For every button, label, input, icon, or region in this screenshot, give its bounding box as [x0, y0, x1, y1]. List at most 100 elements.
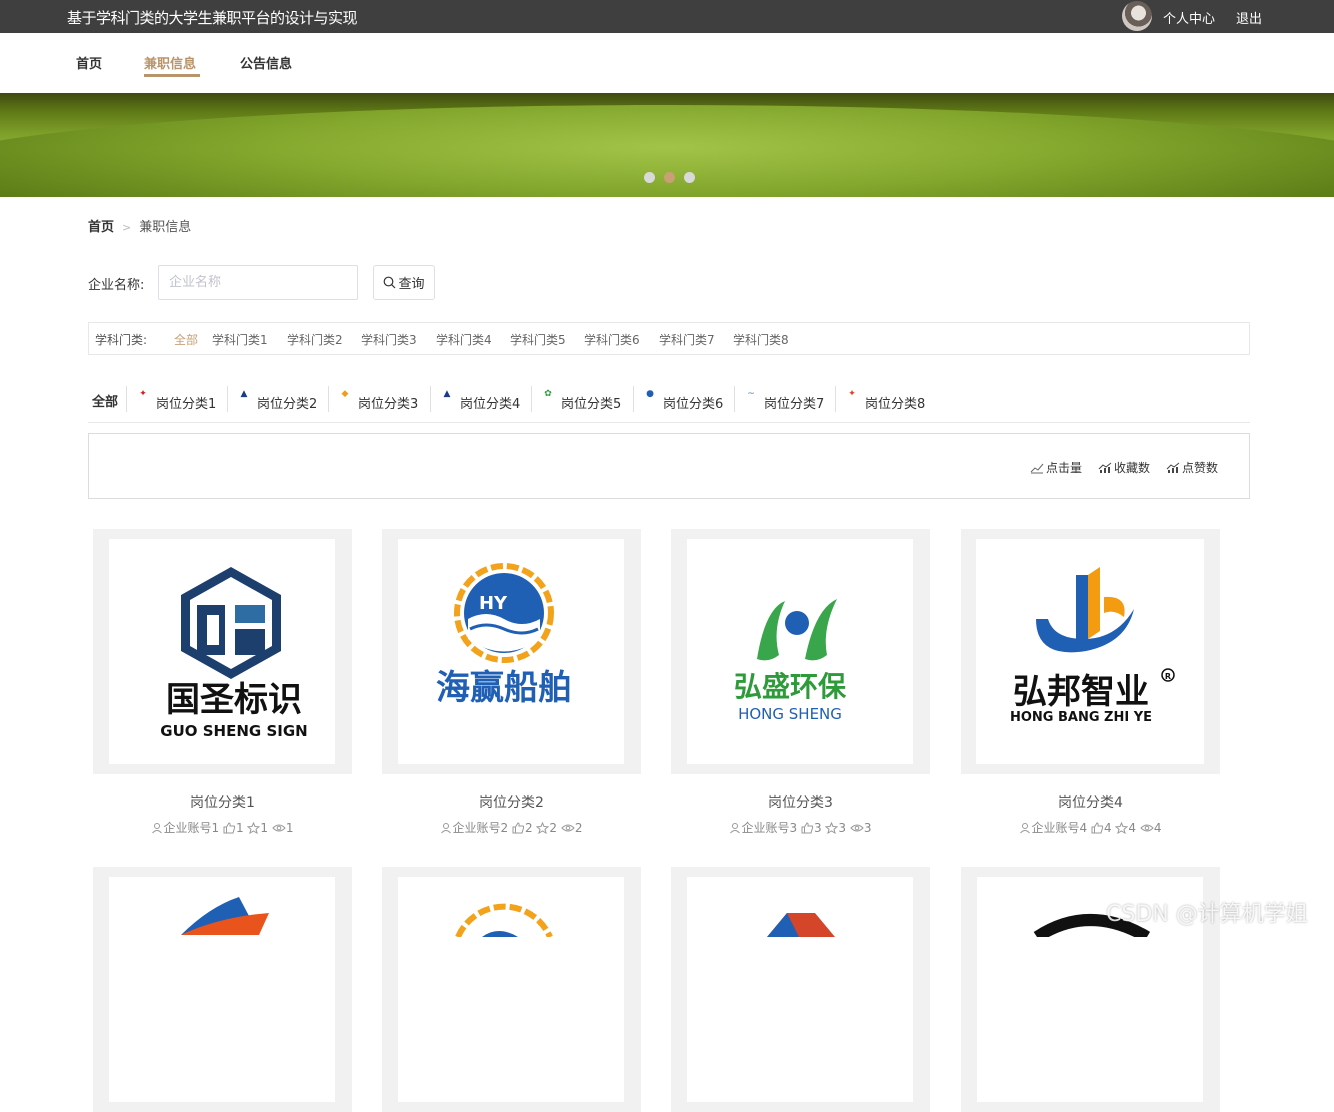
breadcrumb-home[interactable]: 首页 — [88, 220, 114, 235]
subject-filter-label: 学科门类: — [95, 333, 148, 347]
logo-cn-text: 弘邦智业 — [1013, 672, 1149, 712]
eye-icon — [272, 824, 286, 832]
user-center-link[interactable]: 个人中心 — [1163, 8, 1215, 27]
logo-en-text: GUO SHENG SIGN — [160, 722, 307, 740]
category-item-2[interactable]: ▲ 岗位分类2 — [235, 382, 318, 416]
user-icon — [1020, 823, 1031, 834]
carousel-dot-2[interactable] — [664, 172, 675, 183]
category-label: 岗位分类1 — [156, 397, 217, 412]
category-item-7[interactable]: ~ 岗位分类7 — [742, 382, 824, 416]
star-icon — [247, 821, 261, 835]
divider — [227, 386, 228, 412]
card-meta: 企业账号1 1 1 1 — [93, 819, 352, 836]
subject-option-2[interactable]: 学科门类2 — [287, 331, 343, 348]
subject-option-3[interactable]: 学科门类3 — [361, 331, 417, 348]
card-company: 企业账号3 — [741, 821, 798, 835]
subject-option-8[interactable]: 学科门类8 — [733, 331, 789, 348]
category-label: 岗位分类6 — [663, 397, 724, 412]
divider — [531, 386, 532, 412]
star-icon — [1115, 821, 1129, 835]
nav-home[interactable]: 首页 — [76, 53, 102, 72]
subject-option-7[interactable]: 学科门类7 — [659, 331, 715, 348]
carousel-dot-1[interactable] — [644, 172, 655, 183]
logo-cn-text: 弘盛环保 — [734, 670, 847, 703]
card-image-frame: 国圣标识 GUO SHENG SIGN — [93, 529, 352, 774]
subject-option-6[interactable]: 学科门类6 — [584, 331, 640, 348]
position-category-tabs: 全部 ✦ 岗位分类1 ▲ 岗位分类2 ◆ 岗位分类3 ▲ 岗位分类4 ✿ 岗位分类5 ● 岗… — [88, 380, 1250, 423]
sort-likes-label: 点赞数 — [1182, 461, 1219, 475]
card-title: 岗位分类3 — [768, 795, 833, 811]
card-meta: 企业账号4 4 4 4 — [961, 819, 1220, 836]
category-item-5[interactable]: ✿ 岗位分类5 — [539, 382, 621, 416]
category-label: 岗位分类5 — [561, 397, 622, 412]
card-views: 1 — [285, 821, 294, 835]
bar-chart-icon — [1166, 462, 1180, 473]
category-label: 岗位分类3 — [358, 397, 419, 412]
logout-link[interactable]: 退出 — [1236, 8, 1262, 27]
card-company: 企业账号4 — [1031, 821, 1088, 835]
banner-image — [0, 105, 1334, 197]
logo-en-text: HONG BANG ZHI YE — [1010, 710, 1152, 725]
company-name-input[interactable] — [158, 265, 358, 300]
logo-en-text: HY — [479, 593, 508, 614]
subject-filter: 学科门类: 全部 学科门类1 学科门类2 学科门类3 学科门类4 学科门类5 学… — [88, 322, 1250, 355]
card-views: 3 — [863, 821, 872, 835]
category-logo-icon: ✿ — [544, 389, 552, 399]
sort-by-likes[interactable]: 点赞数 — [1166, 459, 1218, 476]
category-all[interactable]: 全部 — [92, 391, 118, 410]
category-item-4[interactable]: ▲ 岗位分类4 — [438, 382, 521, 416]
subject-option-1[interactable]: 学科门类1 — [212, 331, 268, 348]
search-button-label: 查询 — [398, 277, 425, 292]
avatar[interactable] — [1122, 1, 1152, 31]
category-item-1[interactable]: ✦ 岗位分类1 — [134, 382, 216, 416]
company-logo: 弘盛环保 HONG SHENG — [687, 539, 913, 764]
logo-en-text: HONG SHENG — [738, 705, 842, 723]
category-label: 岗位分类7 — [764, 397, 825, 412]
job-card[interactable] — [671, 867, 930, 1112]
category-item-8[interactable]: ✦ 岗位分类8 — [843, 382, 925, 416]
category-item-3[interactable]: ◆ 岗位分类3 — [336, 382, 419, 416]
sort-by-clicks[interactable]: 点击量 — [1030, 459, 1082, 476]
subject-option-4[interactable]: 学科门类4 — [436, 331, 492, 348]
card-views: 4 — [1153, 821, 1162, 835]
sort-favorites-label: 收藏数 — [1114, 461, 1151, 475]
subject-option-all[interactable]: 全部 — [174, 331, 198, 348]
card-likes: 4 — [1103, 821, 1112, 835]
thumbs-up-icon — [1091, 822, 1104, 834]
company-logo: HY 海赢船舶 — [398, 539, 624, 764]
sort-bar: 点击量 收藏数 点赞数 — [88, 433, 1250, 499]
star-icon — [536, 821, 550, 835]
star-icon — [825, 821, 839, 835]
card-image-frame — [382, 867, 641, 1112]
job-card[interactable] — [382, 867, 641, 1112]
carousel-dot-3[interactable] — [684, 172, 695, 183]
sort-by-favorites[interactable]: 收藏数 — [1098, 459, 1150, 476]
top-bar: 基于学科门类的大学生兼职平台的设计与实现 个人中心 退出 — [0, 0, 1334, 33]
divider — [430, 386, 431, 412]
job-card[interactable] — [93, 867, 352, 1112]
nav-notices[interactable]: 公告信息 — [240, 53, 292, 72]
card-title: 岗位分类1 — [190, 795, 255, 811]
card-image-frame: HY 海赢船舶 — [382, 529, 641, 774]
card-image-frame — [671, 867, 930, 1112]
category-logo-icon: ▲ — [240, 389, 248, 399]
svg-text:R: R — [1165, 672, 1171, 681]
card-title: 岗位分类2 — [479, 795, 544, 811]
nav-jobs[interactable]: 兼职信息 — [144, 53, 196, 72]
category-logo-icon: ✦ — [848, 389, 856, 399]
search-icon — [384, 276, 396, 289]
job-card[interactable]: 弘盛环保 HONG SHENG 岗位分类3 企业账号3 3 3 3 — [671, 529, 930, 836]
category-label: 岗位分类8 — [865, 397, 926, 412]
main-nav: 首页 兼职信息 公告信息 — [0, 33, 1334, 93]
nav-active-indicator — [144, 74, 200, 77]
subject-option-5[interactable]: 学科门类5 — [510, 331, 566, 348]
category-item-6[interactable]: ● 岗位分类6 — [641, 382, 723, 416]
job-card[interactable]: 国圣标识 GUO SHENG SIGN 岗位分类1 企业账号1 1 1 1 — [93, 529, 352, 836]
breadcrumb-current: 兼职信息 — [139, 220, 192, 235]
search-button[interactable]: 查询 — [373, 265, 435, 300]
job-card[interactable]: 弘邦智业 HONG BANG ZHI YE R 岗位分类4 企业账号4 4 4 … — [961, 529, 1220, 836]
card-likes: 2 — [524, 821, 533, 835]
card-company: 企业账号1 — [163, 821, 220, 835]
job-card[interactable]: HY 海赢船舶 岗位分类2 企业账号2 2 2 2 — [382, 529, 641, 836]
card-favorites: 4 — [1128, 821, 1137, 835]
